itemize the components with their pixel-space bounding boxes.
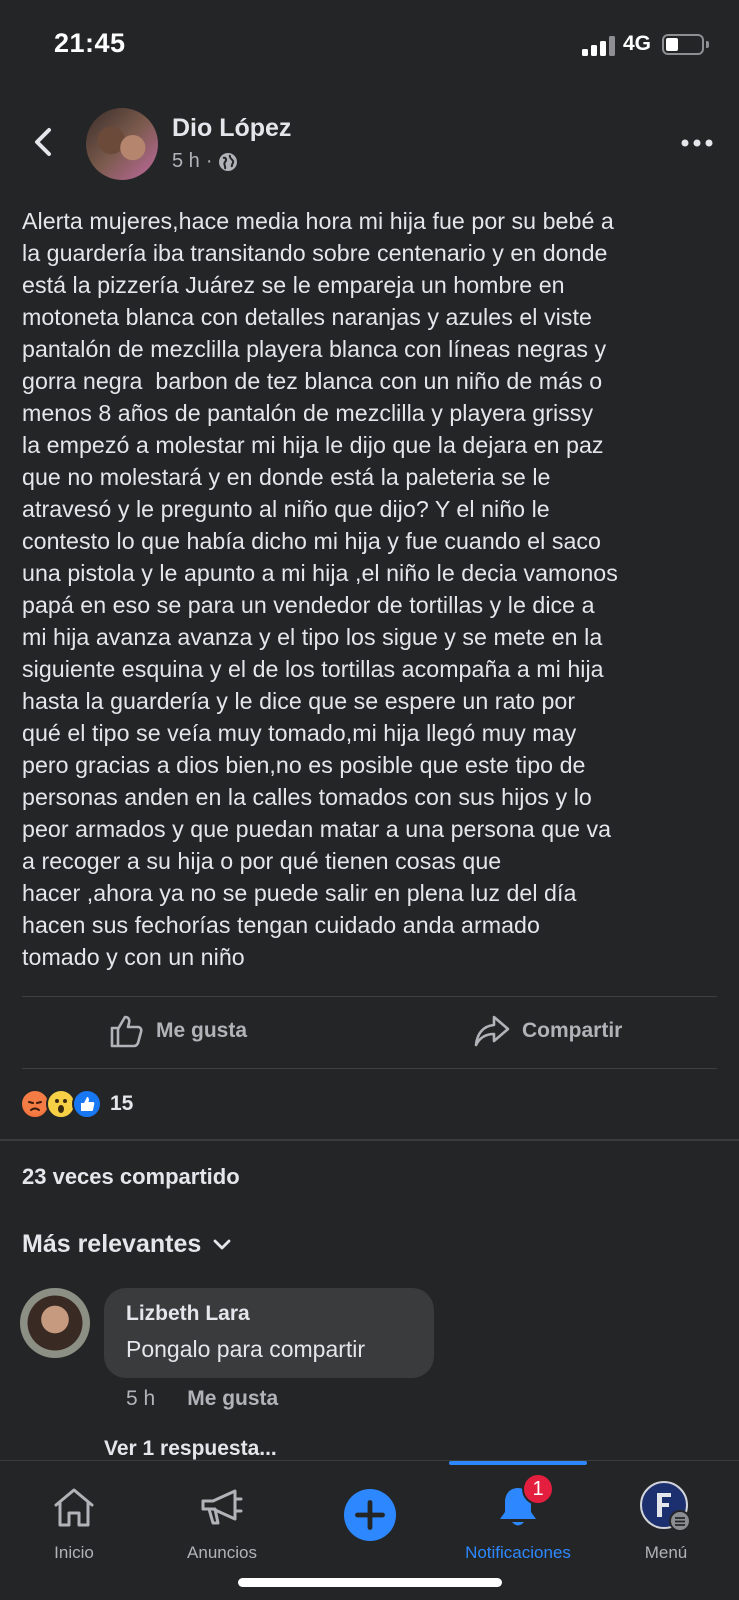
nav-label: Notificaciones: [465, 1543, 571, 1562]
nav-label: Inicio: [54, 1543, 94, 1562]
comment-time: 5 h: [126, 1387, 156, 1410]
comment-sort-dropdown[interactable]: Más relevantes: [22, 1230, 231, 1259]
comment-text: Pongalo para compartir: [126, 1336, 366, 1362]
bell-icon: 1: [492, 1473, 554, 1533]
post-meta: 5 h ·: [172, 150, 238, 173]
meta-separator: ·: [205, 150, 213, 172]
author-avatar[interactable]: [86, 108, 158, 180]
reaction-count: 15: [110, 1092, 134, 1115]
share-icon: [474, 1015, 510, 1047]
author-name[interactable]: Dio López: [172, 114, 291, 143]
comment-meta: 5 h Me gusta: [126, 1387, 278, 1411]
globe-icon: [219, 152, 238, 171]
like-reaction-icon: [72, 1089, 102, 1119]
commenter-name[interactable]: Lizbeth Lara: [126, 1302, 412, 1326]
plus-icon: [344, 1489, 396, 1541]
divider: [22, 996, 717, 997]
share-label: Compartir: [522, 1019, 623, 1042]
nav-item-menu[interactable]: Menú: [592, 1461, 739, 1600]
notification-badge: 1: [522, 1473, 554, 1505]
post-time: 5 h: [172, 150, 200, 172]
signal-icon: [582, 36, 616, 56]
battery-icon: [662, 34, 704, 55]
post-text: Alerta mujeres,hace media hora mi hija f…: [22, 208, 618, 970]
thumbs-up-icon: [110, 1015, 143, 1048]
network-type: 4G: [623, 32, 652, 55]
chevron-down-icon: [213, 1239, 231, 1249]
like-label: Me gusta: [156, 1019, 248, 1042]
nav-label: Anuncios: [187, 1543, 257, 1562]
comment-bubble[interactable]: Lizbeth Lara Pongalo para compartir: [104, 1288, 434, 1378]
back-button[interactable]: [28, 122, 58, 162]
battery-nub: [706, 41, 709, 48]
home-icon: [48, 1481, 100, 1533]
reactions-summary[interactable]: 15: [20, 1088, 133, 1120]
more-dots-icon: [681, 139, 713, 147]
divider: [22, 1068, 717, 1069]
megaphone-icon: [196, 1481, 248, 1533]
share-button[interactable]: Compartir: [474, 1013, 622, 1049]
status-time: 21:45: [54, 28, 126, 58]
status-bar: 21:45 4G: [0, 0, 739, 90]
chevron-left-icon: [35, 128, 51, 156]
commenter-avatar[interactable]: [20, 1288, 90, 1358]
share-count[interactable]: 23 veces compartido: [22, 1164, 240, 1190]
more-options-button[interactable]: [680, 128, 714, 158]
section-divider: [0, 1139, 739, 1141]
like-button[interactable]: Me gusta: [108, 1013, 247, 1049]
comment-like-button[interactable]: Me gusta: [187, 1387, 278, 1411]
profile-menu-icon: [640, 1481, 692, 1533]
home-indicator: [238, 1578, 502, 1587]
sort-label: Más relevantes: [22, 1230, 202, 1258]
nav-item-inicio[interactable]: Inicio: [0, 1461, 148, 1600]
nav-label: Menú: [644, 1543, 688, 1562]
view-replies-link[interactable]: Ver 1 respuesta...: [104, 1437, 277, 1461]
